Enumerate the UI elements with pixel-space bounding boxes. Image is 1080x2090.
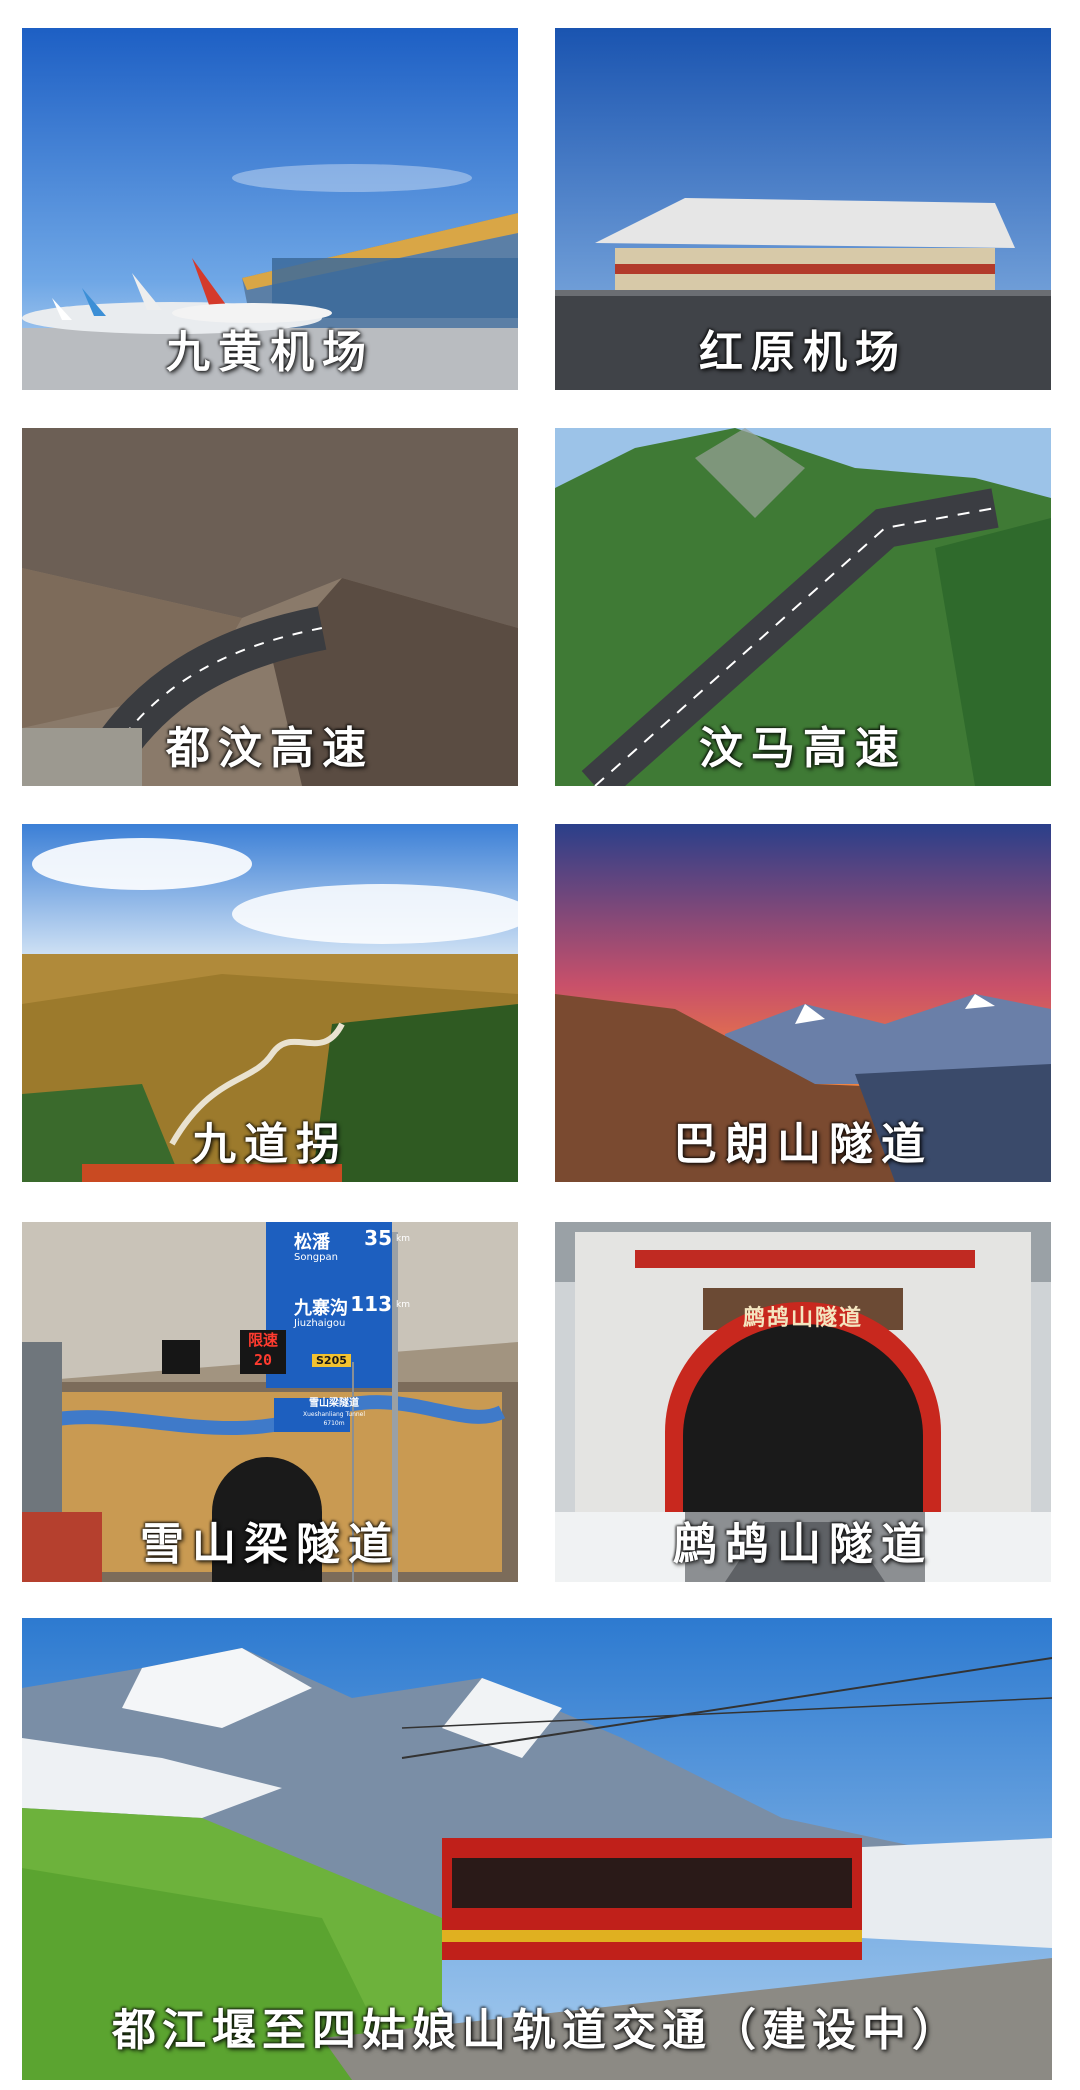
sign-tunnel-name: 雪山梁隧道 Xueshanliang Tunnel 6710m [296,1398,372,1432]
sign-jiuzhaigou-label: 九寨沟 [294,1298,348,1319]
sign-jiuzhaigou-km: 113 [350,1292,392,1316]
zhegu-portal-plaque: 鹧鸪山隧道 [742,1305,863,1331]
sign-tunnel-en: Xueshanliang Tunnel [302,1411,366,1418]
photo-balangshan-tunnel: 巴朗山隧道 [555,824,1051,1182]
photo-zhegushan-tunnel: 鹧鸪山隧道 鹧鸪山隧道 [555,1222,1051,1582]
sign-route-distance: 松潘 35 km Songpan 九寨沟 113 km Jiuzhaigou S… [288,1222,414,1388]
photo-hongyuan-airport: 红原机场 [555,28,1051,390]
caption-balangshan-tunnel: 巴朗山隧道 [673,1119,933,1170]
speed-limit-value: 20 [253,1351,273,1369]
caption-mountain-railway: 都江堰至四姑娘山轨道交通（建设中） [112,2005,962,2056]
sign-km-unit-1: km [396,1234,410,1244]
sign-songpan-pinyin: Songpan [294,1252,338,1263]
sign-speed-limit: 限速 20 [240,1330,286,1374]
sign-jiuzhaigou-pinyin: Jiuzhaigou [294,1318,346,1329]
photo-duwen-expressway: 都汶高速 [22,428,518,786]
caption-jiudaoguai: 九道拐 [192,1119,348,1170]
caption-xueshanliang-tunnel: 雪山梁隧道 [140,1519,400,1570]
sign-km-unit-2: km [396,1300,410,1310]
caption-zhegushan-tunnel: 鹧鸪山隧道 [673,1519,933,1570]
photo-xueshanliang-tunnel: 限速 20 松潘 35 km Songpan 九寨沟 113 km Jiuzha… [22,1222,518,1582]
photo-jiudaoguai: 九道拐 [22,824,518,1182]
photo-wenma-expressway: 汶马高速 [555,428,1051,786]
photo-jiuhuang-airport: 九黄机场 [22,28,518,390]
sign-tunnel-cn: 雪山梁隧道 [309,1398,359,1409]
sign-songpan-label: 松潘 [294,1232,330,1253]
caption-jiuhuang-airport: 九黄机场 [166,327,374,378]
sign-tunnel-length: 6710m [323,1420,345,1427]
speed-limit-label: 限速 [247,1331,278,1349]
caption-duwen-expressway: 都汶高速 [166,723,374,774]
caption-hongyuan-airport: 红原机场 [699,327,907,378]
caption-wenma-expressway: 汶马高速 [699,723,907,774]
sign-songpan-km: 35 [364,1226,392,1250]
photo-mountain-railway: 都江堰至四姑娘山轨道交通（建设中） [22,1618,1052,2080]
sign-route-code: S205 [312,1354,351,1367]
